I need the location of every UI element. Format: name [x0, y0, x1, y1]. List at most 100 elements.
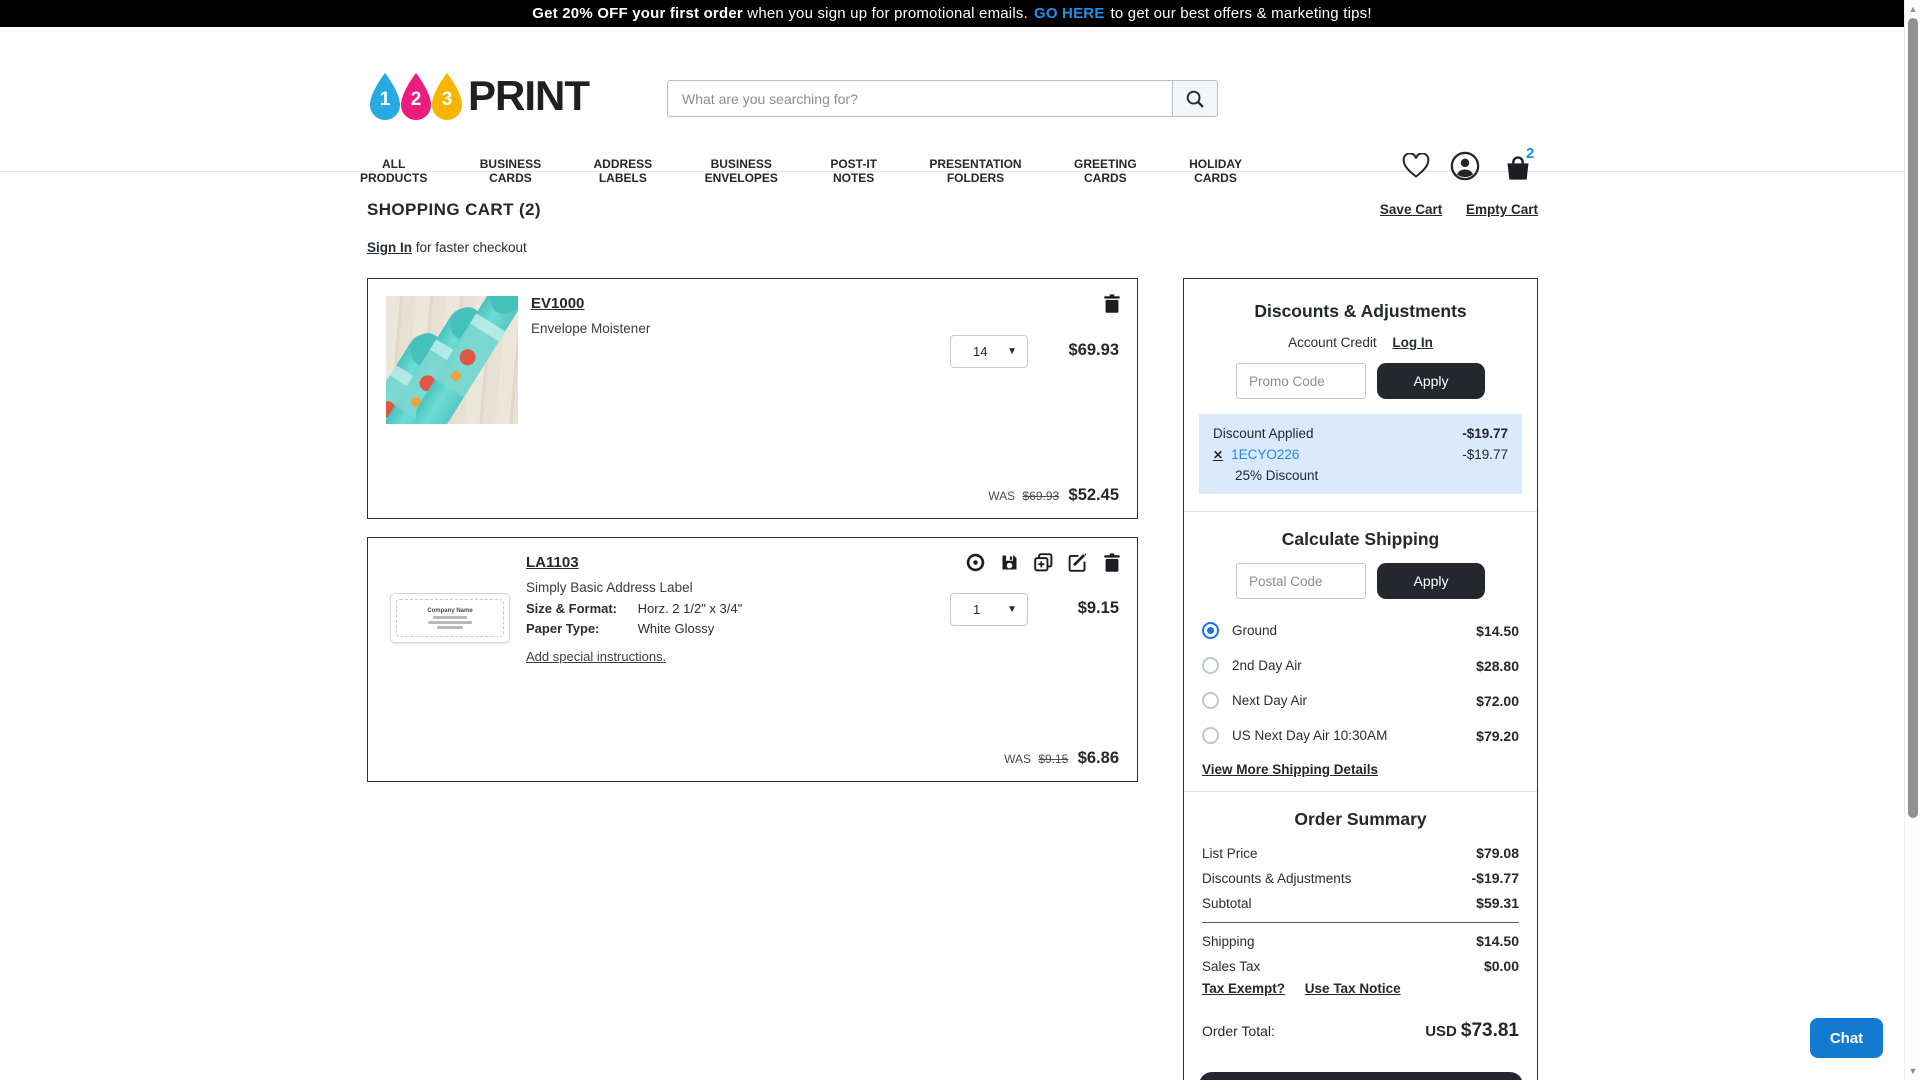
tax-links-row: Tax Exempt? Use Tax Notice: [1184, 979, 1537, 998]
discount-applied-box: Discount Applied -$19.77 ✕1ECYO226 -$19.…: [1199, 414, 1522, 494]
product-image-ev1000[interactable]: [386, 296, 518, 424]
search-button[interactable]: [1172, 80, 1218, 117]
delete-item-icon[interactable]: [1101, 293, 1123, 315]
radio-icon[interactable]: [1202, 657, 1219, 674]
save-cart-link[interactable]: Save Cart: [1380, 202, 1442, 217]
duplicate-icon[interactable]: [1033, 552, 1054, 573]
page-title: SHOPPING CART (2): [367, 200, 541, 220]
summary-row-discounts: Discounts & Adjustments -$19.77: [1184, 866, 1537, 891]
was-price: $69.93: [1022, 489, 1059, 503]
nav-address-labels[interactable]: ADDRESSLABELS: [593, 157, 652, 185]
nav-presentation-folders[interactable]: PRESENTATIONFOLDERS: [929, 157, 1021, 185]
summary-row-sales-tax: Sales Tax $0.00: [1184, 954, 1537, 979]
site-logo[interactable]: 1 2 3 PRINT: [367, 72, 589, 120]
scroll-down-icon[interactable]: ▼: [1905, 1066, 1920, 1076]
cart-actions: Save Cart Empty Cart: [1380, 202, 1538, 217]
quantity-select[interactable]: 1 ▼: [950, 593, 1028, 626]
shipping-option-price: $72.00: [1476, 693, 1519, 709]
promo-code-input[interactable]: [1236, 363, 1366, 399]
shipping-options: Ground $14.50 2nd Day Air $28.80 Next Da…: [1184, 613, 1537, 753]
use-tax-notice-link[interactable]: Use Tax Notice: [1305, 981, 1401, 996]
order-total-value: $73.81: [1461, 1020, 1519, 1041]
nav-post-it-notes[interactable]: POST-ITNOTES: [830, 157, 877, 185]
radio-icon[interactable]: [1202, 622, 1219, 639]
nav-holiday-cards[interactable]: HOLIDAYCARDS: [1189, 157, 1242, 185]
paper-type-value: White Glossy: [638, 621, 715, 636]
shipping-option-label: Next Day Air: [1232, 693, 1307, 708]
subtotal-divider: [1202, 922, 1519, 923]
radio-icon[interactable]: [1202, 692, 1219, 709]
item-sku-link[interactable]: EV1000: [531, 295, 584, 312]
view-more-shipping-link[interactable]: View More Shipping Details: [1202, 762, 1537, 777]
search-bar: [667, 80, 1218, 117]
item-sku-link[interactable]: LA1103: [526, 554, 579, 571]
was-price: $9.15: [1038, 752, 1068, 766]
apply-postal-button[interactable]: Apply: [1377, 563, 1485, 599]
size-format-row: Size & Format: Horz. 2 1/2" x 3/4": [526, 601, 742, 616]
quantity-value: 14: [973, 344, 987, 359]
radio-icon[interactable]: [1202, 727, 1219, 744]
summary-row-shipping: Shipping $14.50: [1184, 929, 1537, 954]
scrollbar-thumb[interactable]: [1908, 18, 1918, 818]
shipping-option-next-day-air[interactable]: Next Day Air $72.00: [1184, 683, 1537, 718]
cart-item-ev1000: EV1000 Envelope Moistener 14 ▼ $69.93 WA…: [367, 278, 1138, 519]
nav-business-cards[interactable]: BUSINESSCARDS: [480, 157, 541, 185]
promo-banner-end: to get our best offers & marketing tips!: [1111, 5, 1372, 22]
edit-icon[interactable]: [1067, 552, 1088, 573]
sign-in-suffix: for faster checkout: [412, 240, 527, 255]
size-format-label: Size & Format:: [526, 601, 634, 616]
section-divider: [1184, 511, 1537, 512]
order-total-row: Order Total: USD$73.81: [1184, 1020, 1537, 1042]
summary-row-list-price: List Price $79.08: [1184, 841, 1537, 866]
account-icon[interactable]: [1450, 151, 1480, 181]
product-image-la1103[interactable]: Company Name: [390, 593, 510, 643]
wishlist-heart-icon[interactable]: [1402, 153, 1430, 179]
search-icon: [1184, 88, 1206, 110]
promo-banner: Get 20% OFF your first order when you si…: [0, 0, 1904, 27]
cart-count-badge: 2: [1526, 145, 1534, 162]
shipping-option-us-next-day-air[interactable]: US Next Day Air 10:30AM $79.20: [1184, 718, 1537, 753]
remove-promo-icon[interactable]: ✕: [1213, 448, 1223, 462]
checkout-button[interactable]: [1199, 1072, 1523, 1080]
shipping-option-label: US Next Day Air 10:30AM: [1232, 728, 1387, 743]
was-label: WAS: [988, 489, 1015, 503]
chevron-down-icon: ▼: [1007, 604, 1017, 615]
log-in-link[interactable]: Log In: [1392, 335, 1433, 350]
postal-code-row: Apply: [1184, 563, 1537, 599]
promo-code-value[interactable]: 1ECYO226: [1231, 447, 1299, 462]
promo-banner-bold: Get 20% OFF your first order: [532, 5, 743, 22]
label-preview-text: Company Name: [427, 608, 472, 614]
nav-all-products[interactable]: ALLPRODUCTS: [360, 157, 427, 185]
chat-button[interactable]: Chat: [1810, 1018, 1883, 1058]
shipping-title: Calculate Shipping: [1184, 529, 1537, 550]
shipping-option-2nd-day-air[interactable]: 2nd Day Air $28.80: [1184, 648, 1537, 683]
order-side-panel: Discounts & Adjustments Account Credit L…: [1183, 278, 1538, 1080]
postal-code-input[interactable]: [1236, 563, 1366, 599]
shipping-option-ground[interactable]: Ground $14.50: [1184, 613, 1537, 648]
account-credit-row: Account Credit Log In: [1184, 335, 1537, 350]
scroll-up-icon[interactable]: ▲: [1905, 4, 1920, 14]
shipping-option-price: $28.80: [1476, 658, 1519, 674]
apply-promo-button[interactable]: Apply: [1377, 363, 1485, 399]
discount-applied-label: Discount Applied: [1213, 423, 1314, 444]
nav-greeting-cards[interactable]: GREETINGCARDS: [1074, 157, 1137, 185]
save-icon[interactable]: [999, 552, 1020, 573]
nav-business-envelopes[interactable]: BUSINESSENVELOPES: [705, 157, 778, 185]
sign-in-link[interactable]: Sign In: [367, 240, 412, 255]
preview-icon[interactable]: [965, 552, 986, 573]
add-special-instructions-link[interactable]: Add special instructions.: [526, 649, 666, 664]
promo-banner-text: when you sign up for promotional emails.: [747, 5, 1028, 22]
item-discount-price-row: WAS $69.93 $52.45: [988, 486, 1119, 505]
delete-item-icon[interactable]: [1101, 552, 1123, 574]
section-divider: [1184, 791, 1537, 792]
go-here-link[interactable]: GO HERE: [1034, 5, 1105, 22]
tax-exempt-link[interactable]: Tax Exempt?: [1202, 981, 1285, 996]
quantity-value: 1: [973, 602, 980, 617]
order-total-currency: USD: [1425, 1023, 1457, 1040]
empty-cart-link[interactable]: Empty Cart: [1466, 202, 1538, 217]
paper-type-row: Paper Type: White Glossy: [526, 621, 714, 636]
logo-wordmark: PRINT: [468, 72, 589, 120]
quantity-select[interactable]: 14 ▼: [950, 335, 1028, 368]
search-input[interactable]: [667, 80, 1172, 117]
scrollbar[interactable]: ▲ ▼: [1904, 0, 1920, 1080]
